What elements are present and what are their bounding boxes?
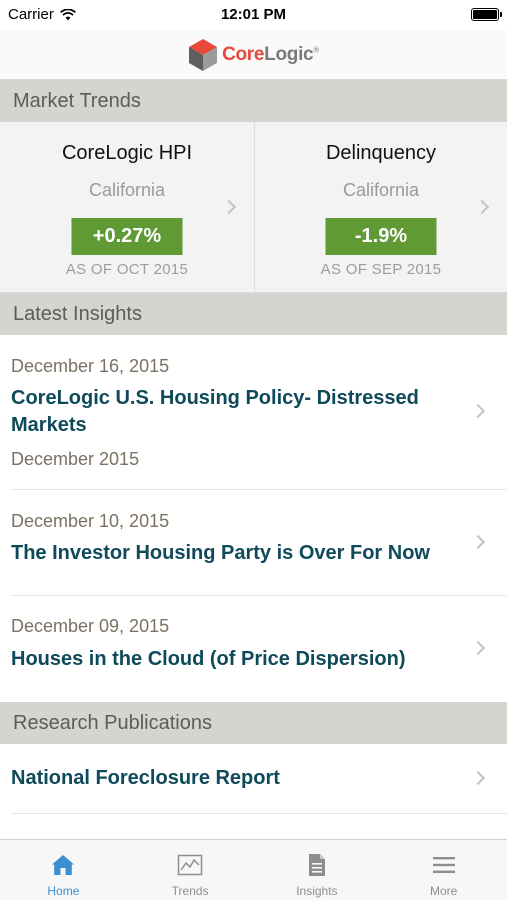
chevron-right-icon [474, 199, 490, 215]
status-time: 12:01 PM [220, 6, 287, 23]
tab-more[interactable]: More [380, 840, 507, 900]
document-icon [308, 854, 325, 876]
insight-date: December 16, 2015 [11, 356, 170, 376]
trend-value-badge: -1.9% [325, 218, 437, 255]
chart-icon [177, 854, 203, 876]
logo-registered-mark: ® [313, 45, 319, 55]
trend-title: CoreLogic HPI [61, 142, 193, 164]
app-screen: Carrier 12:01 PM CoreLogic® Market Trend… [0, 0, 507, 900]
logo-core-text: Core [222, 43, 265, 65]
insight-subtitle: December 2015 [11, 449, 140, 469]
logo-wordmark: CoreLogic® [222, 44, 319, 66]
status-bar: Carrier 12:01 PM [0, 0, 507, 30]
tab-label: Home [47, 884, 80, 898]
menu-icon [432, 857, 455, 873]
chevron-right-icon [470, 534, 486, 550]
corelogic-logo: CoreLogic® [188, 38, 319, 72]
section-header-market-trends: Market Trends [0, 80, 507, 122]
section-header-latest-insights: Latest Insights [0, 293, 507, 335]
insight-title: Houses in the Cloud (of Price Dispersion… [11, 648, 406, 670]
insight-title: The Investor Housing Party is Over For N… [11, 542, 430, 564]
insight-title: CoreLogic U.S. Housing Policy- Distresse… [11, 387, 419, 436]
trend-region: California [88, 180, 166, 200]
tab-home[interactable]: Home [0, 840, 127, 900]
tab-insights[interactable]: Insights [254, 840, 381, 900]
insight-date: December 10, 2015 [11, 511, 170, 531]
logo-logic-text: Logic [264, 43, 314, 65]
nav-header: CoreLogic® [0, 30, 507, 80]
tab-trends[interactable]: Trends [127, 840, 254, 900]
home-icon [52, 855, 75, 875]
chevron-right-icon [470, 403, 486, 419]
insight-date: December 09, 2015 [11, 616, 170, 636]
insight-item[interactable]: December 10, 2015 The Investor Housing P… [0, 490, 507, 596]
tab-label: More [429, 884, 458, 898]
battery-icon [471, 8, 502, 21]
market-trends-panel: CoreLogic HPI California +0.27% AS OF OC… [0, 122, 507, 293]
trend-card-hpi[interactable]: CoreLogic HPI California +0.27% AS OF OC… [0, 122, 254, 293]
insight-item[interactable]: December 09, 2015 Houses in the Cloud (o… [0, 596, 507, 702]
row-divider [11, 813, 507, 814]
tab-label: Trends [171, 884, 209, 898]
chevron-right-icon [470, 640, 486, 656]
trend-as-of: AS OF SEP 2015 [320, 261, 442, 278]
trend-value-badge: +0.27% [71, 218, 183, 255]
publication-title: National Foreclosure Report [11, 767, 280, 789]
trend-as-of: AS OF OCT 2015 [65, 261, 189, 278]
trend-title: Delinquency [325, 142, 437, 164]
chevron-right-icon [470, 770, 486, 786]
section-header-research-publications: Research Publications [0, 702, 507, 744]
chevron-right-icon [221, 199, 237, 215]
trend-region: California [342, 180, 420, 200]
insight-item[interactable]: December 16, 2015 CoreLogic U.S. Housing… [0, 335, 507, 490]
tab-label: Insights [296, 884, 338, 898]
publication-item[interactable]: National Foreclosure Report [0, 744, 507, 814]
corelogic-cube-icon [189, 38, 218, 71]
tab-bar: Home Trends Insights More [0, 839, 507, 900]
trend-card-delinquency[interactable]: Delinquency California -1.9% AS OF SEP 2… [254, 122, 507, 293]
